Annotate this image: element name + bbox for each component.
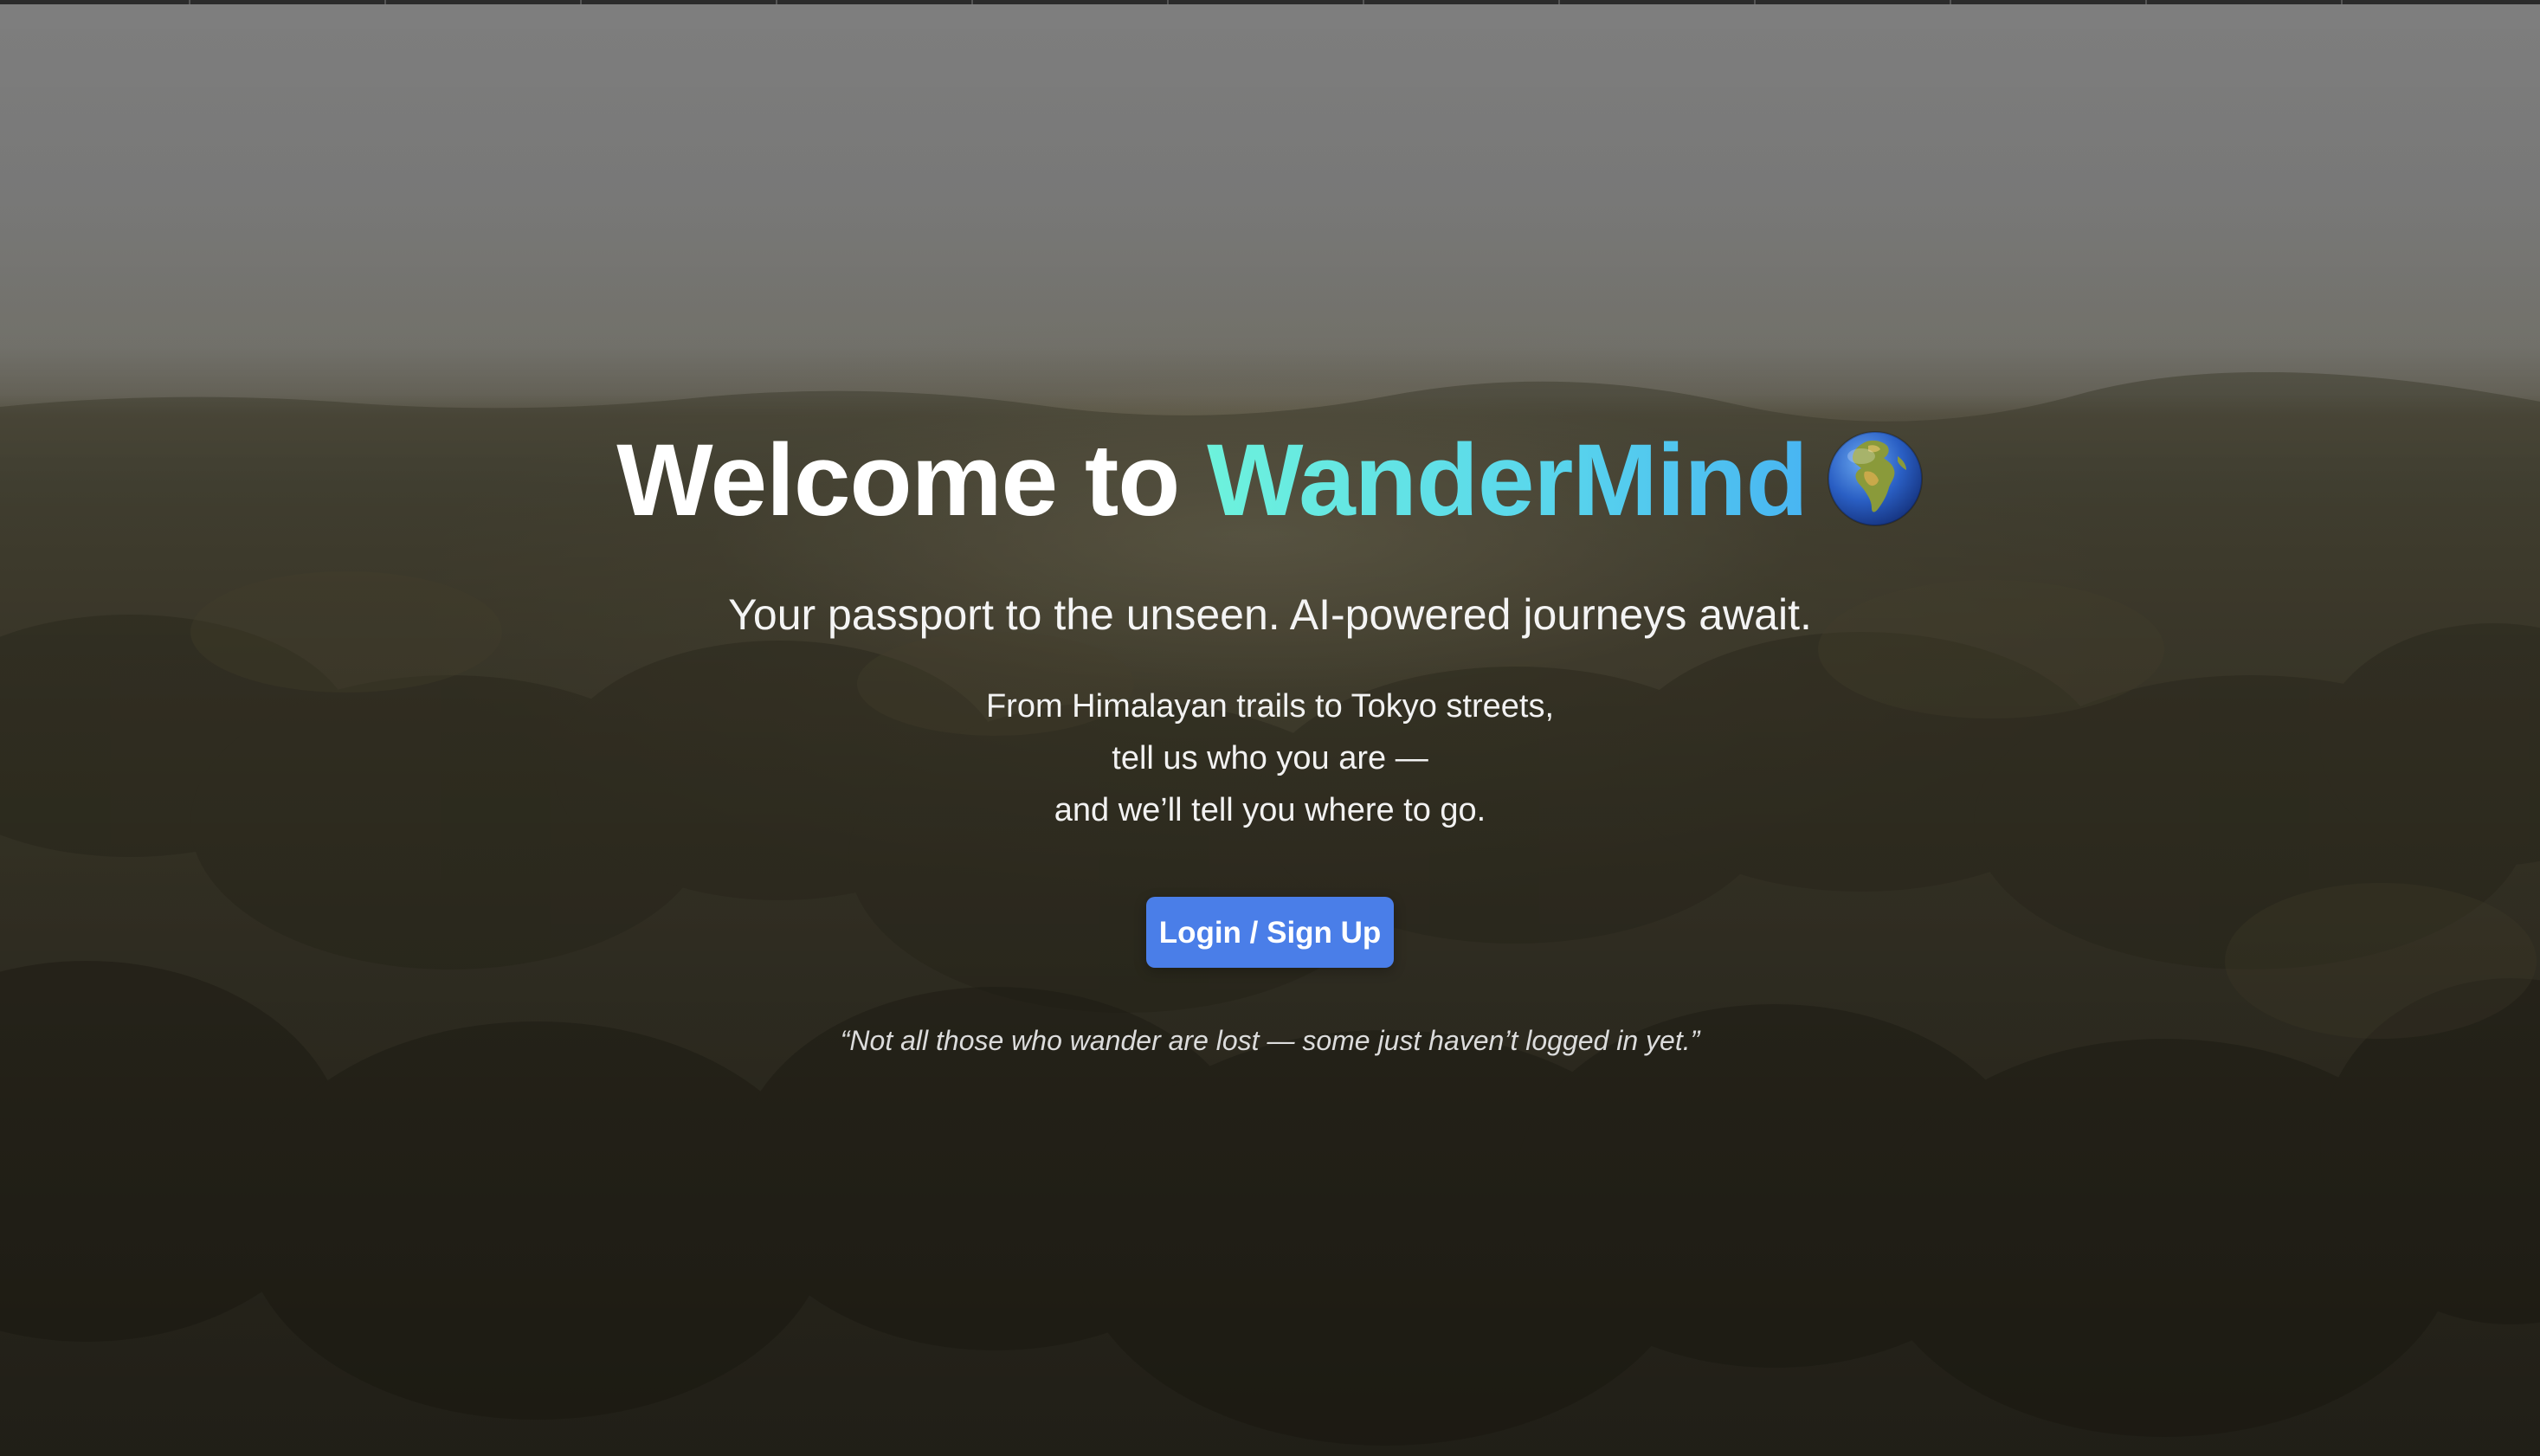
hero-title: Welcome to WanderMind <box>0 416 2540 557</box>
hero-quote: “Not all those who wander are lost — som… <box>840 1025 1700 1056</box>
login-signup-button[interactable]: Login / Sign Up <box>1146 897 1394 968</box>
blurb-line: and we’ll tell you where to go. <box>1054 792 1486 828</box>
hero-section: Welcome to WanderMind Your passport to t… <box>0 416 2540 1060</box>
globe-icon <box>1827 428 1924 557</box>
top-edge-strip <box>0 0 2540 4</box>
landing-page: Welcome to WanderMind Your passport to t… <box>0 0 2540 1456</box>
hero-tagline: Your passport to the unseen. AI-powered … <box>728 590 1812 639</box>
title-prefix: Welcome to <box>616 423 1208 538</box>
hero-blurb: From Himalayan trails to Tokyo streets, … <box>0 680 2540 836</box>
brand-name: WanderMind <box>1207 423 1808 538</box>
blurb-line: From Himalayan trails to Tokyo streets, <box>985 688 1555 725</box>
blurb-line: tell us who you are — <box>1112 740 1428 776</box>
